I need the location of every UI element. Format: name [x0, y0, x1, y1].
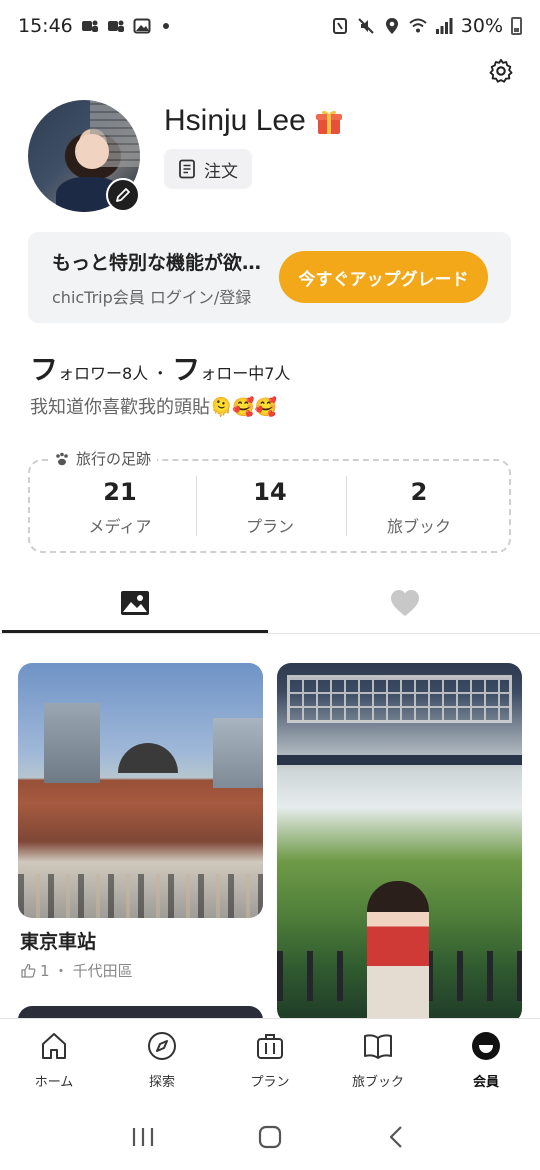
login-register-link[interactable]: chicTrip会員 ログイン/登録: [52, 284, 251, 308]
followers-link[interactable]: フォロワー8人: [30, 348, 148, 388]
stat-plans-value: 14: [253, 478, 287, 506]
tab-media[interactable]: [0, 574, 270, 632]
image-icon: [121, 591, 149, 615]
book-icon: [364, 1034, 392, 1059]
order-label: 注文: [204, 161, 238, 182]
nav-travel-books[interactable]: 旅ブック: [324, 1019, 432, 1104]
following-prefix: フ: [172, 353, 201, 386]
compass-icon: [148, 1032, 176, 1060]
stat-books-label: 旅ブック: [386, 516, 451, 536]
thumbs-up-icon: [21, 963, 36, 978]
nav-plans[interactable]: プラン: [216, 1019, 324, 1104]
post-location: 千代田區: [72, 962, 133, 980]
status-time: 15:46: [18, 15, 73, 37]
member-icon: [472, 1032, 500, 1060]
followers-text: ォロワー8人: [58, 364, 149, 383]
stat-media-value: 21: [103, 478, 137, 506]
stat-plans[interactable]: 14 プラン: [195, 478, 345, 537]
battery-icon: [511, 17, 522, 35]
upgrade-button[interactable]: 今すぐアップグレード: [279, 251, 488, 303]
footprint-title-text: 旅行の足跡: [76, 450, 152, 468]
post-photo-tokyo-station[interactable]: [18, 663, 263, 918]
home-icon: [42, 1033, 66, 1059]
stat-travel-books[interactable]: 2 旅ブック: [344, 478, 494, 537]
nfc-icon: [332, 18, 347, 34]
separator: ・: [152, 364, 169, 383]
gallery-icon: [133, 18, 151, 34]
paw-icon: [56, 452, 68, 465]
mute-icon: [358, 18, 374, 34]
location-icon: [385, 18, 398, 34]
nav-member[interactable]: 会員: [432, 1019, 540, 1104]
nav-travel-books-label: 旅ブック: [351, 1075, 404, 1090]
profile-bio: 我知道你喜歡我的頭貼🫠🥰🥰: [30, 397, 278, 418]
status-bar: 15:46 30%: [0, 0, 540, 52]
settings-button[interactable]: [484, 54, 518, 88]
gift-icon: [315, 110, 342, 134]
notification-dot: [162, 23, 169, 29]
post-likes: 1: [40, 961, 50, 980]
recent-apps-icon[interactable]: [130, 1125, 156, 1149]
post-meta: 1 ・ 千代田區: [20, 960, 133, 981]
post-meta-separator: ・: [53, 962, 69, 980]
nav-plans-label: プラン: [250, 1075, 290, 1090]
stat-books-value: 2: [410, 478, 428, 506]
wifi-icon: [409, 18, 427, 33]
follow-stats: フォロワー8人 ・ フォロー中7人: [30, 348, 290, 388]
nav-explore[interactable]: 探索: [108, 1019, 216, 1104]
post-photo-garden[interactable]: [277, 663, 522, 1018]
signal-icon: [435, 18, 453, 34]
battery-percent: 30%: [460, 15, 503, 37]
nav-home-label: ホーム: [34, 1075, 74, 1090]
tab-likes[interactable]: [270, 574, 540, 632]
order-button[interactable]: 注文: [164, 149, 252, 189]
travel-footprint-title: 旅行の足跡: [48, 448, 158, 469]
heart-icon: [391, 590, 419, 616]
suitcase-icon: [257, 1034, 283, 1059]
teams-icon: [81, 20, 98, 32]
profile-name: Hsinju Lee: [164, 104, 344, 138]
post-photo-partial[interactable]: [18, 1006, 263, 1018]
stat-media-label: メディア: [88, 516, 152, 536]
receipt-icon: [179, 159, 195, 179]
upgrade-card: もっと特別な機能が欲しいですか？ chicTrip会員 ログイン/登録 今すぐア…: [28, 232, 511, 323]
gear-icon: [489, 58, 513, 83]
stat-media[interactable]: 21 メディア: [45, 478, 195, 537]
nav-member-label: 会員: [472, 1075, 499, 1090]
upgrade-title: もっと特別な機能が欲しいですか？: [52, 252, 277, 274]
following-text: ォロー中7人: [200, 364, 291, 383]
stat-plans-label: プラン: [245, 516, 294, 536]
teams-icon: [107, 20, 124, 32]
system-navigation: [0, 1104, 540, 1170]
edit-avatar-button[interactable]: [106, 178, 140, 212]
nav-home[interactable]: ホーム: [0, 1019, 108, 1104]
bottom-navigation: ホーム 探索 プラン 旅ブック 会員: [0, 1018, 540, 1104]
following-link[interactable]: フォロー中7人: [172, 348, 290, 388]
followers-prefix: フ: [30, 353, 59, 386]
post-title[interactable]: 東京車站: [20, 927, 96, 954]
posts-grid: 東京車站 1 ・ 千代田區: [0, 634, 540, 1018]
pencil-icon: [116, 188, 130, 202]
back-icon[interactable]: [384, 1124, 410, 1150]
profile-name-text: Hsinju Lee: [164, 104, 306, 137]
home-button-icon[interactable]: [257, 1124, 283, 1150]
nav-explore-label: 探索: [148, 1075, 175, 1090]
